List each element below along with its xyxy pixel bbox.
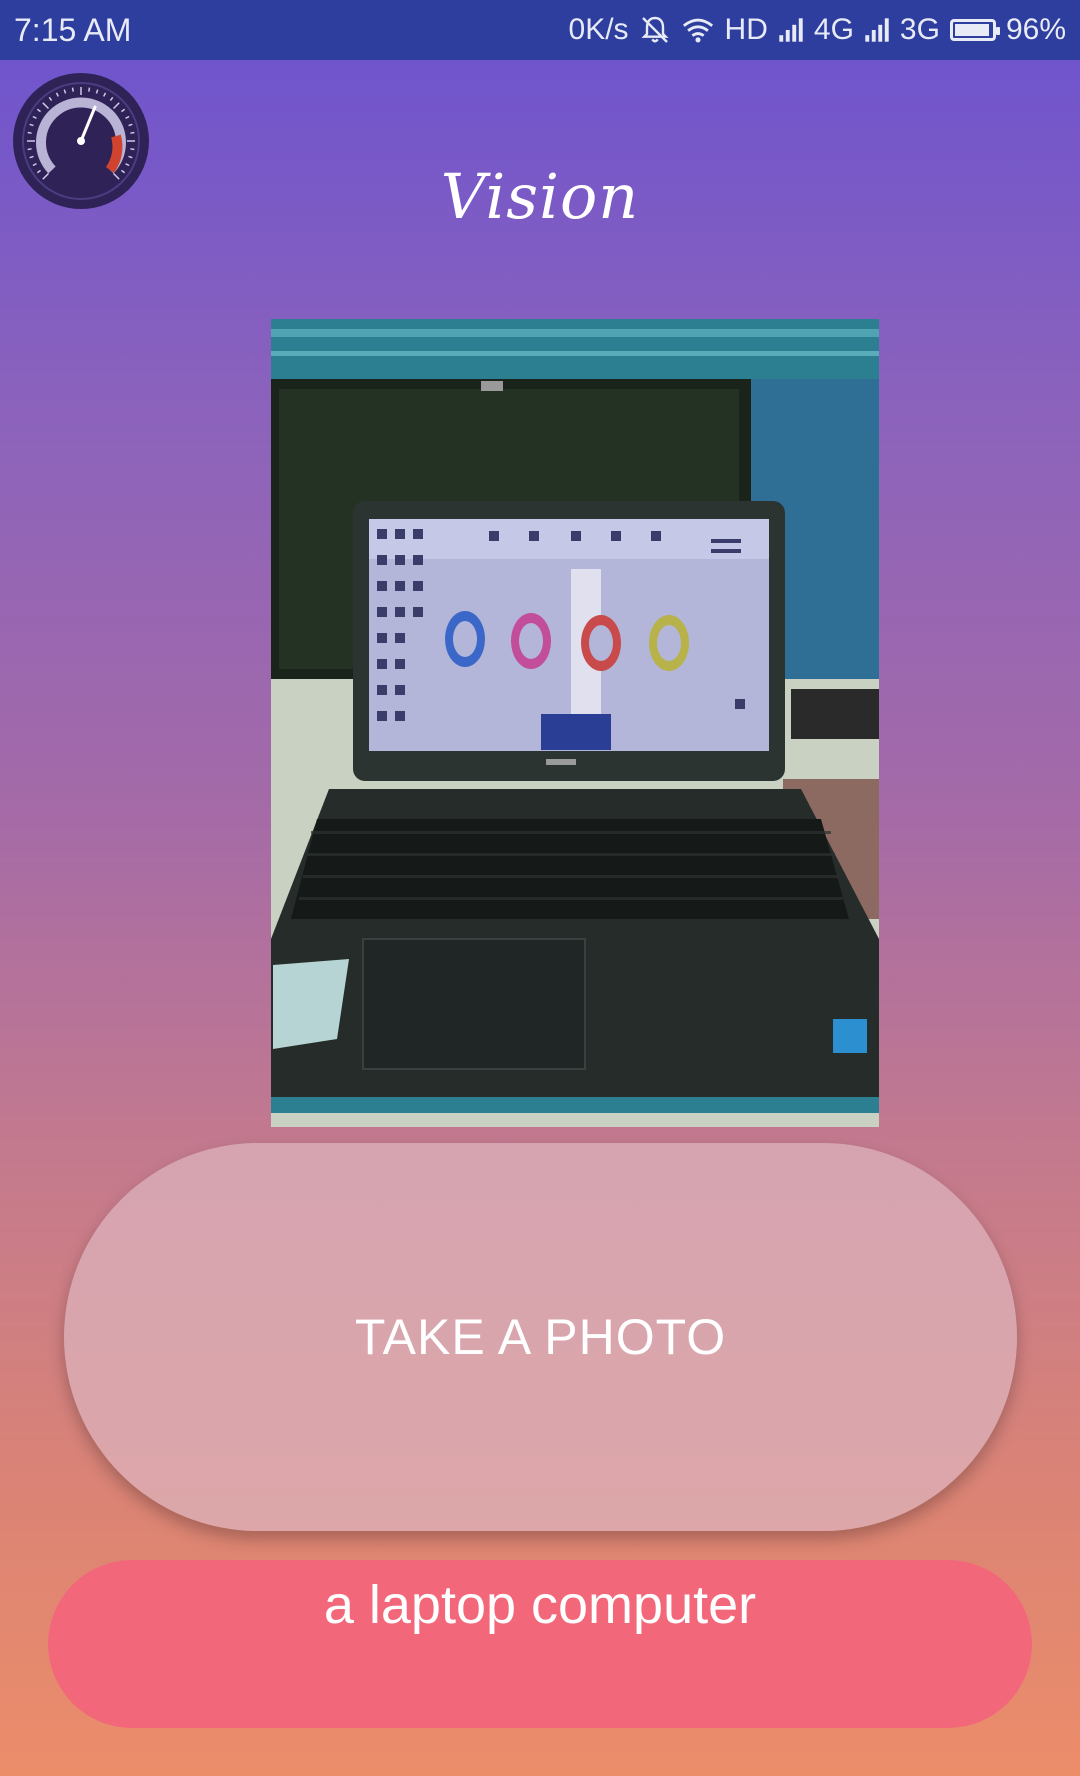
net-hd-label: HD: [724, 13, 768, 46]
signal-icon-2: [865, 18, 889, 42]
battery-icon: [949, 19, 1000, 41]
take-photo-button[interactable]: TAKE A PHOTO: [64, 1143, 1017, 1531]
net-3g-label: 3G: [899, 13, 940, 46]
signal-icon: [779, 18, 803, 42]
status-time: 7:15 AM: [14, 11, 132, 48]
gauge-tick: [130, 131, 135, 134]
battery-fill: [954, 24, 990, 36]
laptop-photo: [271, 319, 879, 1127]
net-4g-label: 4G: [813, 13, 854, 46]
gauge-tick: [27, 131, 32, 134]
gauge-tick: [27, 148, 32, 151]
gauge-tick: [71, 87, 74, 92]
gauge-tick: [130, 148, 135, 151]
wifi-icon: [682, 18, 713, 43]
gauge-tick: [88, 87, 91, 92]
battery-percent: 96%: [1005, 13, 1066, 46]
bell-off-icon: [640, 16, 669, 43]
net-speed: 0K/s: [568, 13, 629, 46]
app-logo: Vision: [440, 160, 640, 233]
status-icons: 0K/s HD 4G 3G 96%: [569, 13, 1066, 47]
result-caption: a laptop computer: [48, 1560, 1032, 1728]
status-bar: 7:15 AM 0K/s HD 4G 3G 96%: [0, 0, 1080, 60]
